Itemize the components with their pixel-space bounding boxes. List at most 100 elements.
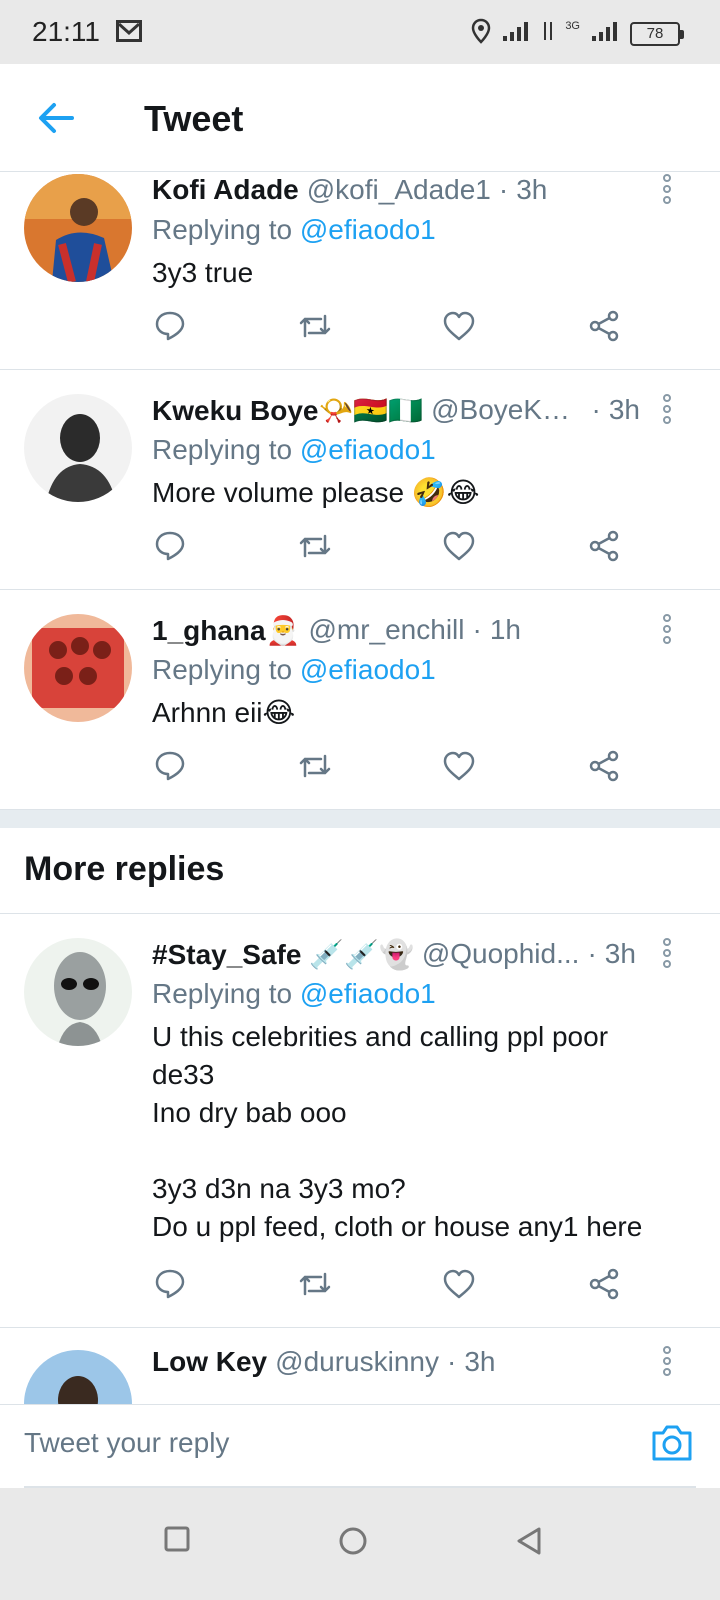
location-icon	[471, 18, 491, 49]
tweet-age: 3h	[604, 938, 636, 969]
system-nav-bar	[0, 1488, 720, 1600]
replying-to-prefix: Replying to	[152, 654, 293, 685]
replying-to: Replying to @efiaodo1	[152, 214, 436, 246]
author-name[interactable]: 1_ghana🎅	[152, 614, 300, 647]
like-icon[interactable]	[441, 528, 477, 564]
more-options-icon[interactable]	[660, 174, 674, 207]
separator-dot: ·	[587, 938, 597, 969]
author-handle[interactable]: @kofi_Adade1	[307, 174, 491, 206]
retweet-icon[interactable]	[297, 748, 333, 784]
signal-icon-2	[590, 20, 620, 47]
tweet-text: U this celebrities and calling ppl poor …	[152, 1018, 680, 1246]
reply-icon[interactable]	[152, 528, 188, 564]
retweet-icon[interactable]	[297, 528, 333, 564]
more-options-icon[interactable]	[660, 1346, 674, 1379]
replying-to: Replying to @efiaodo1	[152, 434, 436, 466]
separator-dot: ·	[446, 1346, 457, 1377]
back-button-icon[interactable]	[514, 1526, 544, 1561]
avatar[interactable]	[24, 1350, 132, 1404]
more-replies-header: More replies	[0, 828, 720, 914]
reply-icon[interactable]	[152, 308, 188, 344]
more-options-icon[interactable]	[660, 614, 674, 647]
tweet-text: Arhnn eii😂	[152, 697, 296, 728]
author-name[interactable]: #Stay_Safe 💉💉👻	[152, 938, 414, 971]
like-icon[interactable]	[441, 1266, 477, 1302]
retweet-icon[interactable]	[297, 308, 333, 344]
tweet-card[interactable]: 1_ghana🎅 @mr_enchill · 1h Replying to @e…	[0, 590, 720, 810]
reply-input[interactable]: Tweet your reply	[24, 1427, 229, 1459]
tweet-text-line	[152, 1132, 680, 1170]
replying-to: Replying to @efiaodo1	[152, 978, 436, 1010]
recents-button-icon[interactable]	[164, 1526, 190, 1557]
status-bar: 21:11 3G 78	[0, 0, 720, 64]
reply-icon[interactable]	[152, 748, 188, 784]
tweet-actions	[152, 1266, 622, 1302]
replying-to: Replying to @efiaodo1	[152, 654, 436, 686]
section-divider	[0, 810, 720, 828]
top-app-bar: Tweet	[0, 64, 720, 172]
share-icon[interactable]	[586, 308, 622, 344]
reply-composer: Tweet your reply	[0, 1404, 720, 1488]
separator-dot: ·	[591, 394, 601, 425]
author-handle[interactable]: @Quophid...	[422, 938, 580, 971]
status-time: 21:11	[32, 16, 100, 47]
tweet-header: Kweku Boye📯🇬🇭🇳🇬 @BoyeKw... · 3h	[152, 394, 640, 427]
tweet-text-line: de33	[152, 1059, 215, 1090]
more-options-icon[interactable]	[660, 938, 674, 971]
back-arrow-icon[interactable]	[36, 100, 76, 141]
tweet-text-line: U this celebrities and calling ppl poor	[152, 1021, 609, 1052]
replying-to-handle[interactable]: @efiaodo1	[300, 434, 436, 465]
mail-icon	[116, 20, 142, 47]
network-type: 3G	[565, 19, 580, 32]
like-icon[interactable]	[441, 748, 477, 784]
retweet-icon[interactable]	[297, 1266, 333, 1302]
tweet-card[interactable]: Kofi Adade @kofi_Adade1 · 3h Replying to…	[0, 172, 720, 370]
camera-icon[interactable]	[650, 1423, 694, 1468]
tweet-age: 1h	[489, 614, 521, 645]
author-handle[interactable]: @BoyeKw...	[431, 394, 583, 427]
data-arrows-icon	[541, 20, 555, 47]
author-name[interactable]: Low Key	[152, 1346, 267, 1378]
avatar[interactable]	[24, 614, 132, 722]
tweet-age: 3h	[608, 394, 640, 425]
replying-to-prefix: Replying to	[152, 434, 293, 465]
battery-indicator: 78	[630, 21, 684, 46]
tweet-text-line: Do u ppl feed, cloth or house any1 here	[152, 1211, 643, 1242]
avatar[interactable]	[24, 938, 132, 1046]
like-icon[interactable]	[441, 308, 477, 344]
author-name[interactable]: Kweku Boye📯🇬🇭🇳🇬	[152, 394, 423, 427]
tweet-header: 1_ghana🎅 @mr_enchill · 1h	[152, 614, 640, 647]
separator-dot: ·	[472, 614, 482, 645]
tweet-card[interactable]: Low Key @duruskinny · 3h	[0, 1328, 720, 1404]
tweet-text: More volume please 🤣😂	[152, 477, 480, 508]
author-name[interactable]: Kofi Adade	[152, 174, 299, 206]
tweet-header: #Stay_Safe 💉💉👻 @Quophid... · 3h	[152, 938, 640, 971]
tweet-text-line: 3y3 d3n na 3y3 mo?	[152, 1173, 406, 1204]
replying-to-handle[interactable]: @efiaodo1	[300, 214, 436, 245]
tweet-text: 3y3 true	[152, 257, 254, 288]
replying-to-handle[interactable]: @efiaodo1	[300, 978, 436, 1009]
tweet-age: 3h	[516, 174, 548, 205]
page-title: Tweet	[144, 98, 244, 139]
author-handle[interactable]: @duruskinny	[275, 1346, 439, 1378]
avatar[interactable]	[24, 394, 132, 502]
share-icon[interactable]	[586, 1266, 622, 1302]
tweet-header: Kofi Adade @kofi_Adade1 · 3h	[152, 174, 640, 206]
replying-to-prefix: Replying to	[152, 978, 293, 1009]
tweet-actions	[152, 308, 622, 344]
tweet-card[interactable]: Kweku Boye📯🇬🇭🇳🇬 @BoyeKw... · 3h Replying…	[0, 370, 720, 590]
replies-feed[interactable]: Kofi Adade @kofi_Adade1 · 3h Replying to…	[0, 172, 720, 1404]
tweet-header: Low Key @duruskinny · 3h	[152, 1346, 640, 1378]
more-options-icon[interactable]	[660, 394, 674, 427]
share-icon[interactable]	[586, 528, 622, 564]
reply-icon[interactable]	[152, 1266, 188, 1302]
separator-dot: ·	[498, 174, 509, 205]
tweet-text-line: Ino dry bab ooo	[152, 1097, 347, 1128]
author-handle[interactable]: @mr_enchill	[308, 614, 464, 647]
more-replies-label: More replies	[24, 850, 225, 888]
avatar[interactable]	[24, 174, 132, 282]
replying-to-handle[interactable]: @efiaodo1	[300, 654, 436, 685]
home-button-icon[interactable]	[338, 1526, 368, 1561]
tweet-card[interactable]: #Stay_Safe 💉💉👻 @Quophid... · 3h Replying…	[0, 914, 720, 1328]
share-icon[interactable]	[586, 748, 622, 784]
